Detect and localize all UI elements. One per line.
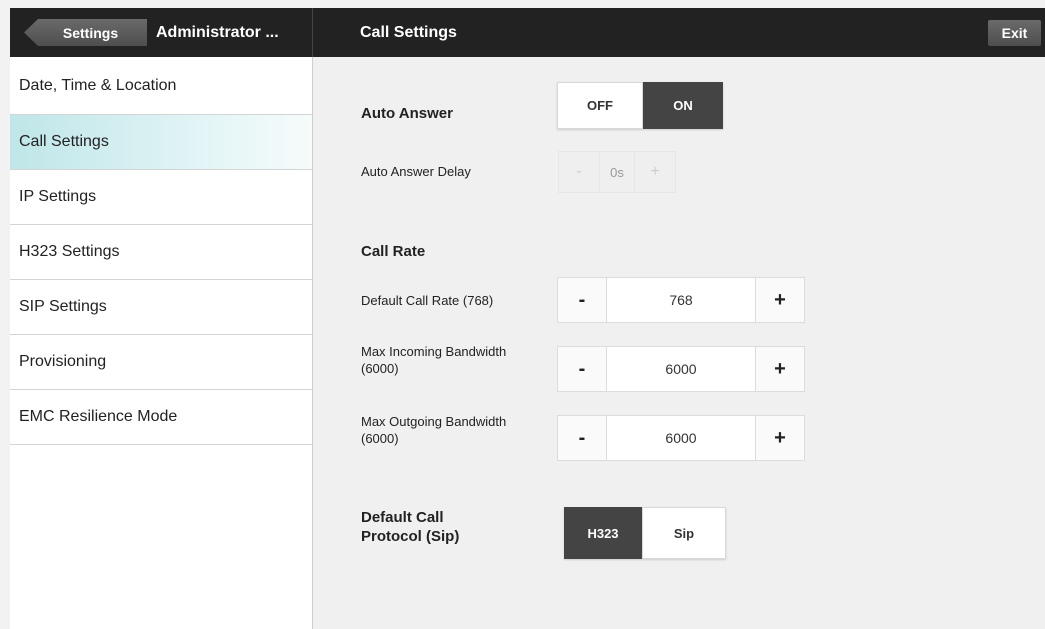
max-incoming-decrement-button[interactable]: - — [557, 346, 607, 392]
default-call-rate-increment-button[interactable]: + — [755, 277, 805, 323]
auto-answer-toggle: OFF ON — [557, 82, 723, 129]
default-call-rate-value[interactable]: 768 — [607, 277, 755, 323]
default-call-rate-stepper: - 768 + — [557, 277, 805, 323]
default-call-protocol-label: Default Call Protocol (Sip) — [361, 509, 460, 545]
sidebar-item-provisioning[interactable]: Provisioning — [10, 335, 312, 390]
content-panel: Auto Answer OFF ON Auto Answer Delay - 0… — [313, 57, 1045, 629]
max-outgoing-increment-button[interactable]: + — [755, 415, 805, 461]
sidebar-item-emc-resilience-mode[interactable]: EMC Resilience Mode — [10, 390, 312, 445]
auto-answer-delay-increment-button[interactable]: + — [634, 151, 676, 193]
max-outgoing-bandwidth-label: Max Outgoing Bandwidth (6000) — [361, 414, 507, 446]
max-outgoing-decrement-button[interactable]: - — [557, 415, 607, 461]
default-call-rate-decrement-button[interactable]: - — [557, 277, 607, 323]
auto-answer-delay-value: 0s — [600, 151, 634, 193]
sidebar-item-ip-settings[interactable]: IP Settings — [10, 170, 312, 225]
protocol-option-h323[interactable]: H323 — [564, 507, 642, 559]
exit-button[interactable]: Exit — [988, 20, 1041, 46]
sidebar-item-call-settings[interactable]: Call Settings — [10, 115, 312, 170]
auto-answer-delay-stepper: - 0s + — [558, 151, 676, 197]
call-protocol-toggle: H323 Sip — [564, 507, 726, 559]
protocol-option-sip[interactable]: Sip — [642, 507, 726, 559]
sidebar-item-date-time-location[interactable]: Date, Time & Location — [10, 57, 312, 115]
sidebar-item-sip-settings[interactable]: SIP Settings — [10, 280, 312, 335]
max-incoming-value[interactable]: 6000 — [607, 346, 755, 392]
left-edge — [0, 8, 10, 629]
auto-answer-delay-decrement-button[interactable]: - — [558, 151, 600, 193]
sidebar-item-h323-settings[interactable]: H323 Settings — [10, 225, 312, 280]
admin-title: Administrator ... — [156, 24, 279, 41]
max-incoming-bandwidth-stepper: - 6000 + — [557, 346, 805, 392]
page-title: Call Settings — [360, 24, 457, 41]
top-strip — [0, 0, 1045, 8]
header-divider — [312, 8, 313, 57]
header-bar: Settings Administrator ... Call Settings… — [10, 8, 1045, 57]
call-rate-section-label: Call Rate — [361, 243, 426, 260]
auto-answer-label: Auto Answer — [361, 105, 453, 122]
max-incoming-bandwidth-label: Max Incoming Bandwidth (6000) — [361, 344, 507, 376]
max-incoming-increment-button[interactable]: + — [755, 346, 805, 392]
settings-back-button[interactable]: Settings — [24, 19, 147, 46]
max-outgoing-value[interactable]: 6000 — [607, 415, 755, 461]
default-call-rate-label: Default Call Rate (768) — [361, 293, 494, 308]
auto-answer-delay-label: Auto Answer Delay — [361, 164, 471, 179]
auto-answer-on-option[interactable]: ON — [643, 82, 723, 129]
max-outgoing-bandwidth-stepper: - 6000 + — [557, 415, 805, 461]
sidebar: Date, Time & Location Call Settings IP S… — [10, 57, 313, 629]
auto-answer-off-option[interactable]: OFF — [557, 82, 643, 129]
